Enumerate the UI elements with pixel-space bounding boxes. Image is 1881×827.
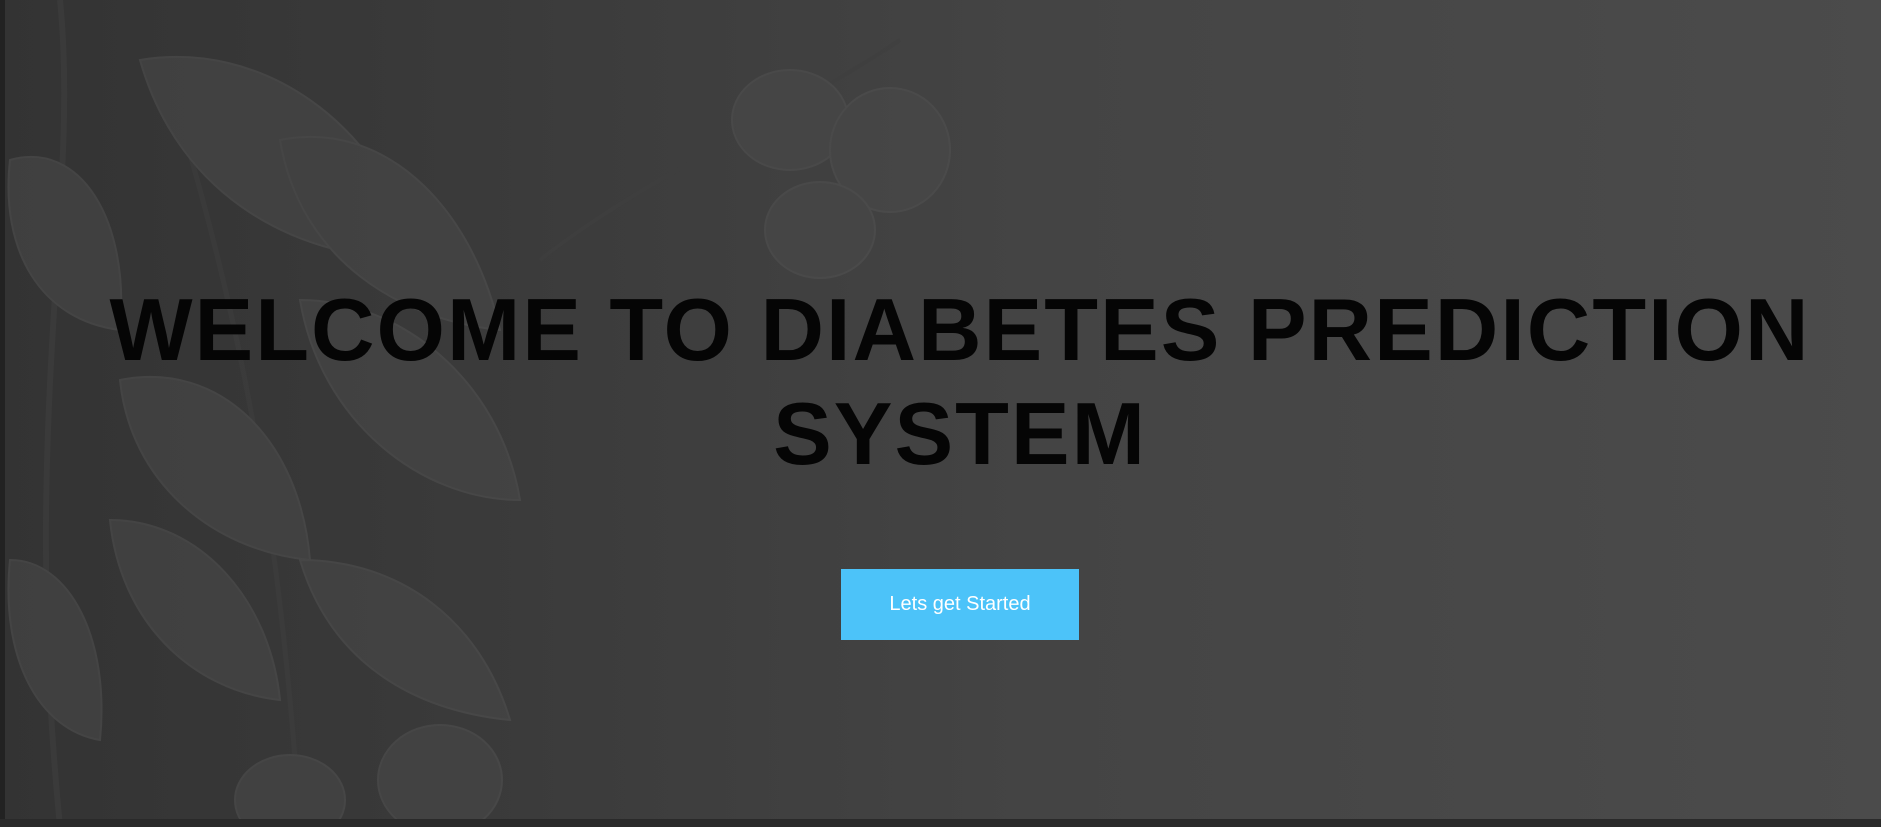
page-title-line-2: SYSTEM: [773, 384, 1147, 483]
page-title-line-1: WELCOME TO DIABETES PREDICTION: [109, 280, 1811, 379]
hero-section: WELCOME TO DIABETES PREDICTION SYSTEM Le…: [0, 0, 1881, 827]
hero-content: WELCOME TO DIABETES PREDICTION SYSTEM Le…: [0, 0, 1881, 827]
get-started-button[interactable]: Lets get Started: [841, 569, 1079, 640]
page-title: WELCOME TO DIABETES PREDICTION SYSTEM: [0, 278, 1881, 486]
